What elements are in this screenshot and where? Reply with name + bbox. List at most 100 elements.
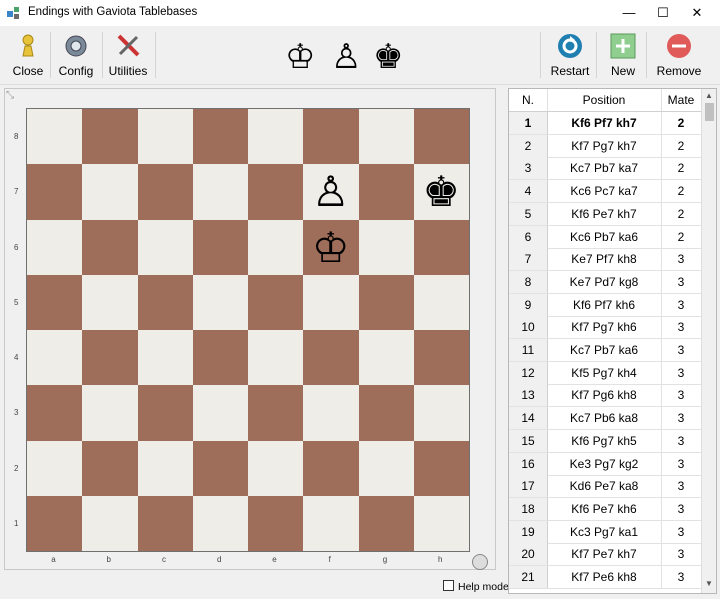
board-square[interactable] — [192, 385, 248, 441]
position-cell[interactable]: Kf6 Pe7 kh7 — [547, 202, 662, 226]
scroll-down-icon[interactable]: ▼ — [705, 579, 713, 588]
header-mate[interactable]: Mate — [661, 89, 701, 111]
position-cell[interactable]: Kf6 Pg7 kh5 — [547, 429, 662, 453]
row-number[interactable]: 9 — [509, 293, 548, 317]
position-cell[interactable]: Kc6 Pc7 ka7 — [547, 180, 662, 204]
board-square[interactable] — [248, 440, 304, 496]
board-square[interactable] — [303, 109, 359, 165]
board-square[interactable] — [358, 164, 414, 220]
scroll-up-icon[interactable]: ▲ — [705, 91, 713, 100]
mate-cell[interactable]: 3 — [661, 362, 701, 385]
position-cell[interactable]: Kc6 Pb7 ka6 — [547, 225, 662, 249]
mate-cell[interactable]: 3 — [661, 407, 701, 431]
row-number[interactable]: 19 — [509, 520, 548, 544]
board-square[interactable] — [27, 330, 83, 386]
board-square[interactable] — [413, 109, 469, 165]
status-indicator[interactable] — [472, 554, 488, 570]
board-square[interactable] — [248, 164, 304, 220]
utilities-button[interactable]: Utilities — [106, 30, 150, 80]
mate-cell[interactable]: 3 — [661, 566, 701, 589]
row-number[interactable]: 3 — [509, 157, 548, 181]
board-square[interactable] — [248, 219, 304, 275]
config-button[interactable]: Config — [54, 30, 98, 80]
position-cell[interactable]: Kf7 Pe7 kh7 — [547, 543, 662, 567]
board-square[interactable] — [192, 164, 248, 220]
row-number[interactable]: 17 — [509, 475, 548, 499]
mate-cell[interactable]: 3 — [661, 453, 701, 476]
board-square[interactable] — [413, 385, 469, 441]
board-square[interactable] — [358, 330, 414, 386]
board-square[interactable] — [358, 109, 414, 165]
mate-cell[interactable]: 2 — [661, 157, 701, 181]
row-number[interactable]: 10 — [509, 316, 548, 340]
row-number[interactable]: 6 — [509, 225, 548, 249]
row-number[interactable]: 2 — [509, 134, 548, 158]
board-square[interactable] — [358, 274, 414, 330]
board-square[interactable] — [413, 274, 469, 330]
board-square[interactable] — [303, 274, 359, 330]
restart-button[interactable]: Restart — [548, 30, 592, 80]
position-cell[interactable]: Kf6 Pf7 kh6 — [547, 293, 662, 317]
board-square[interactable] — [303, 330, 359, 386]
position-cell[interactable]: Kc7 Pb7 ka7 — [547, 157, 662, 181]
row-number[interactable]: 13 — [509, 384, 548, 408]
mate-cell[interactable]: 2 — [661, 226, 701, 249]
row-number[interactable]: 5 — [509, 202, 548, 226]
board-square[interactable] — [137, 440, 193, 496]
new-button[interactable]: New — [601, 30, 645, 80]
board-square[interactable] — [358, 219, 414, 275]
position-cell[interactable]: Kf6 Pe7 kh6 — [547, 497, 662, 521]
board-square[interactable] — [192, 109, 248, 165]
positions-table[interactable]: N. Position Mate 1 Kf6 Pf7 kh7 2 2 Kf7 Pg7 k… — [508, 88, 717, 594]
board-square[interactable] — [192, 330, 248, 386]
board-square[interactable] — [82, 330, 138, 386]
board-square[interactable] — [137, 219, 193, 275]
mate-cell[interactable]: 3 — [661, 475, 701, 499]
position-cell[interactable]: Kf7 Pe6 kh8 — [547, 566, 662, 589]
resize-icon[interactable]: ⤡ — [6, 90, 14, 101]
position-cell[interactable]: Ke7 Pd7 kg8 — [547, 270, 662, 294]
position-cell[interactable]: Kf5 Pg7 kh4 — [547, 361, 662, 385]
chessboard[interactable]: ♙ ♚ ♔ — [26, 108, 470, 552]
mate-cell[interactable]: 3 — [661, 339, 701, 362]
board-square[interactable] — [82, 495, 138, 551]
mate-cell[interactable]: 3 — [661, 498, 701, 521]
board-square[interactable] — [27, 219, 83, 275]
position-cell[interactable]: Kc3 Pg7 ka1 — [547, 520, 662, 544]
mate-cell[interactable]: 3 — [661, 384, 701, 408]
row-number[interactable]: 1 — [509, 112, 548, 135]
scrollbar-thumb[interactable] — [705, 103, 714, 121]
board-square[interactable] — [82, 440, 138, 496]
board-square[interactable] — [192, 440, 248, 496]
board-square[interactable] — [192, 495, 248, 551]
board-square[interactable] — [82, 109, 138, 165]
board-square[interactable] — [27, 274, 83, 330]
board-square[interactable] — [137, 164, 193, 220]
row-number[interactable]: 18 — [509, 497, 548, 521]
chess-piece[interactable]: ♔ — [303, 220, 358, 275]
board-square[interactable] — [248, 385, 304, 441]
board-square[interactable] — [82, 385, 138, 441]
minimize-button[interactable]: — — [612, 0, 646, 26]
row-number[interactable]: 14 — [509, 407, 548, 431]
board-square[interactable] — [27, 495, 83, 551]
position-cell[interactable]: Ke7 Pf7 kh8 — [547, 248, 662, 272]
row-number[interactable]: 11 — [509, 339, 548, 362]
mate-cell[interactable]: 3 — [661, 521, 701, 544]
board-square[interactable] — [413, 219, 469, 275]
board-square[interactable] — [413, 330, 469, 386]
position-cell[interactable]: Kf6 Pf7 kh7 — [547, 112, 662, 135]
board-square[interactable] — [27, 109, 83, 165]
mate-cell[interactable]: 3 — [661, 294, 701, 317]
mate-cell[interactable]: 3 — [661, 271, 701, 294]
board-square[interactable] — [303, 440, 359, 496]
mate-cell[interactable]: 3 — [661, 430, 701, 453]
board-square[interactable] — [358, 385, 414, 441]
board-square[interactable] — [248, 495, 304, 551]
row-number[interactable]: 4 — [509, 180, 548, 204]
row-number[interactable]: 12 — [509, 361, 548, 385]
board-square[interactable] — [192, 219, 248, 275]
row-number[interactable]: 20 — [509, 543, 548, 567]
position-cell[interactable]: Kf7 Pg7 kh6 — [547, 316, 662, 340]
position-cell[interactable]: Kc7 Pb6 ka8 — [547, 407, 662, 431]
